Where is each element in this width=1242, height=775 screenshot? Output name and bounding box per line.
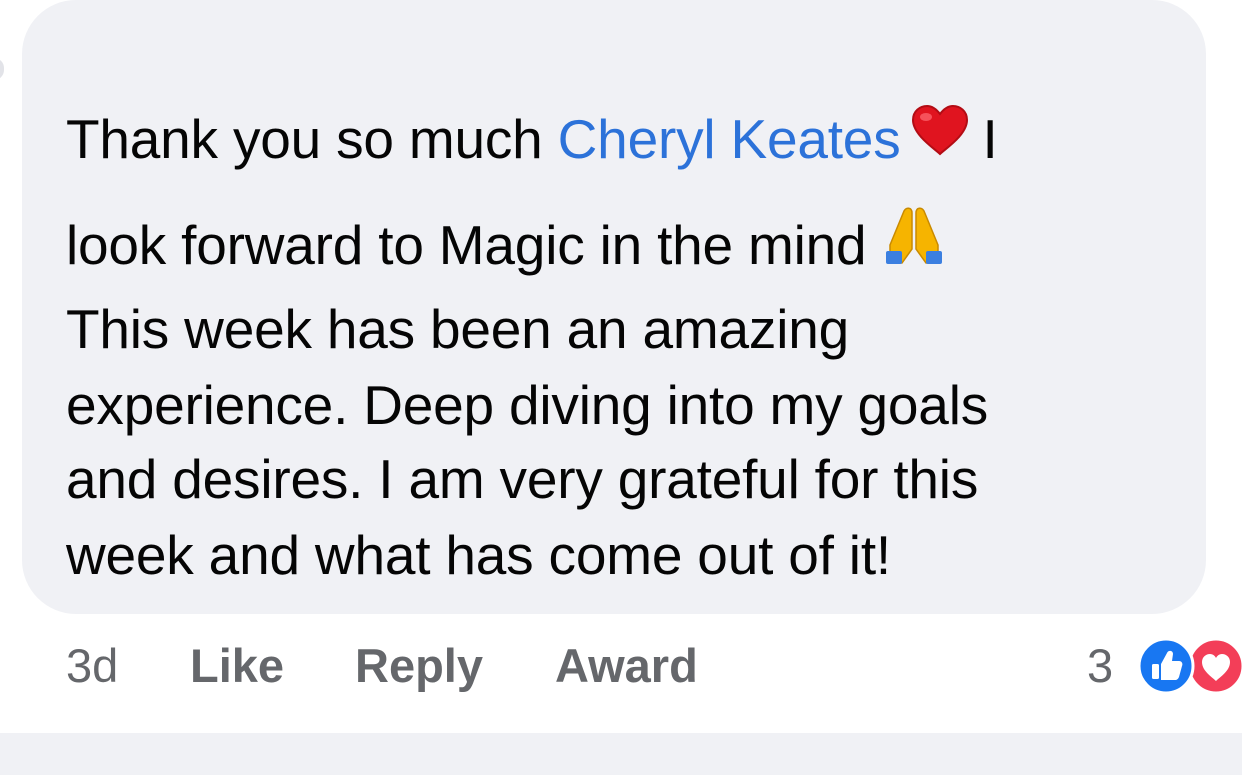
love-reaction-icon	[1187, 637, 1242, 695]
comment-action-bar: 3d Like Reply Award	[0, 634, 1242, 698]
comment-line-3: This week has been an amazing	[66, 298, 849, 360]
reaction-icons[interactable]	[1132, 637, 1242, 695]
red-heart-icon	[911, 102, 969, 172]
reaction-count[interactable]: 3	[1087, 634, 1113, 698]
comment-line-4: experience. Deep diving into my goals	[66, 374, 989, 436]
comment-timestamp[interactable]: 3d	[66, 634, 118, 698]
folded-hands-icon	[882, 205, 946, 281]
comment-line-6: week and what has come out of it!	[66, 524, 891, 586]
like-reaction-icon	[1137, 637, 1195, 695]
comment-line-2: look forward to Magic in the mind	[66, 207, 946, 280]
comment-text-suffix: I	[982, 108, 998, 170]
comment-line-1: Thank you so much Cheryl Keates I	[66, 104, 998, 174]
award-button[interactable]: Award	[555, 634, 698, 698]
comment-text-line2: look forward to Magic in the mind	[66, 214, 867, 276]
next-comment-area	[0, 733, 1242, 775]
comment-screen: Thank you so much Cheryl Keates I look f…	[0, 0, 1242, 775]
mention-link[interactable]: Cheryl Keates	[558, 108, 901, 170]
avatar-edge	[0, 58, 4, 80]
reply-button[interactable]: Reply	[355, 634, 483, 698]
comment-text-prefix: Thank you so much	[66, 108, 558, 170]
comment-line-5: and desires. I am very grateful for this	[66, 448, 979, 510]
like-button[interactable]: Like	[190, 634, 284, 698]
